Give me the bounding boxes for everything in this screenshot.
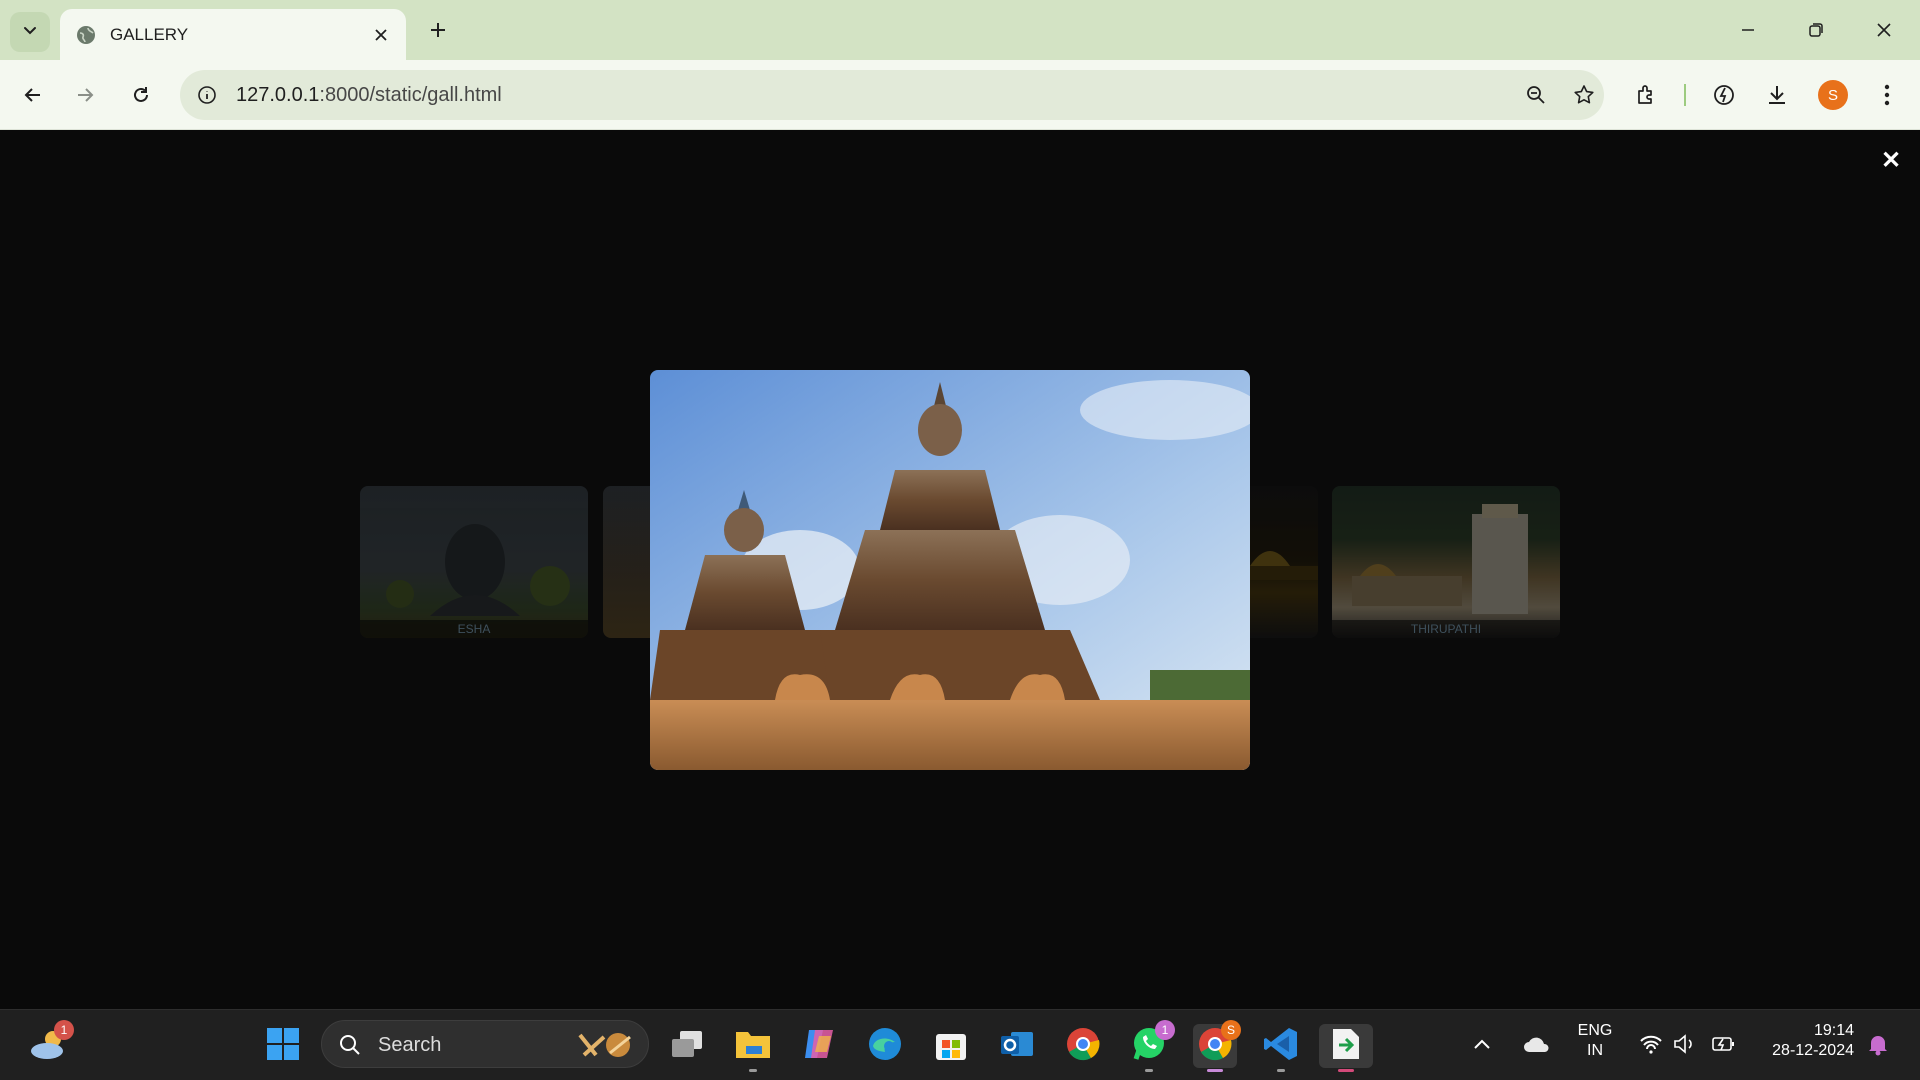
folder-icon [734, 1028, 772, 1065]
reload-button[interactable] [122, 76, 160, 114]
clock[interactable]: 19:14 28-12-2024 [1754, 1022, 1854, 1060]
wifi-icon [1639, 1034, 1663, 1059]
lightbox-close-button[interactable]: ✕ [1876, 145, 1906, 175]
chevron-down-icon [22, 22, 38, 43]
bookmark-star-icon[interactable] [1568, 79, 1600, 111]
wifi-tray[interactable] [1636, 1024, 1666, 1068]
weather-badge: 1 [54, 1020, 74, 1040]
whatsapp-badge: 1 [1155, 1020, 1175, 1040]
chrome-profile-badge: S [1221, 1020, 1241, 1040]
taskbar-file-explorer[interactable] [731, 1024, 775, 1072]
globe-icon [74, 23, 98, 47]
thumbnail-partial-right[interactable] [1240, 486, 1318, 638]
gallery-lightbox: ✕ ESHA THIRUPATHI [0, 131, 1920, 1009]
active-indicator [1338, 1069, 1354, 1072]
shore-temple-photo [650, 370, 1250, 770]
back-button[interactable] [14, 76, 52, 114]
extensions-icon[interactable] [1627, 76, 1665, 114]
restore-button[interactable] [1794, 10, 1838, 50]
forward-button[interactable] [66, 76, 104, 114]
edge-icon [867, 1026, 903, 1067]
thumbnail-esha[interactable]: ESHA [360, 486, 588, 638]
taskbar-chrome[interactable] [1061, 1024, 1105, 1068]
lightbox-main-image [650, 370, 1250, 770]
chevron-up-icon [1473, 1037, 1491, 1055]
volume-tray[interactable] [1670, 1024, 1700, 1068]
taskbar-store[interactable] [929, 1024, 973, 1068]
clock-time: 19:14 [1813, 1022, 1854, 1039]
battery-tray[interactable] [1708, 1024, 1740, 1068]
active-indicator [1207, 1069, 1223, 1072]
start-button[interactable] [261, 1024, 305, 1068]
search-label: Search [378, 1034, 442, 1056]
bell-icon [1867, 1032, 1889, 1061]
site-info-icon[interactable] [194, 82, 220, 108]
new-tab-button[interactable] [422, 14, 454, 46]
vscode-icon [1263, 1026, 1299, 1067]
adiyogi-statue-image [386, 524, 570, 616]
thumbnail-thirupathi[interactable]: THIRUPATHI [1332, 486, 1560, 638]
browser-toolbar: 127.0.0.1:8000/static/gall.html S [0, 60, 1920, 130]
windows-logo-icon [266, 1027, 300, 1066]
taskbar-edge[interactable] [863, 1024, 907, 1068]
battery-charging-icon [1711, 1033, 1737, 1060]
golden-dome-image [1240, 551, 1318, 580]
taskbar-chrome-profile[interactable]: S [1193, 1020, 1241, 1072]
taskbar-copilot[interactable] [797, 1024, 841, 1068]
chrome-icon [1065, 1026, 1101, 1067]
language-indicator[interactable]: ENG IN [1574, 1022, 1616, 1060]
url-text: 127.0.0.1:8000/static/gall.html [236, 84, 502, 106]
taskbar-whatsapp[interactable]: 1 [1127, 1020, 1175, 1072]
task-view-icon [670, 1029, 704, 1064]
taskbar-search[interactable]: Search [321, 1020, 649, 1068]
performance-icon[interactable] [1705, 76, 1743, 114]
onedrive-tray[interactable] [1519, 1024, 1555, 1068]
thumbnail-caption: ESHA [360, 620, 588, 638]
taskbar-outlook[interactable] [995, 1024, 1039, 1068]
downloads-icon[interactable] [1758, 76, 1796, 114]
search-highlight-art-icon [574, 1027, 638, 1063]
clock-date: 28-12-2024 [1772, 1042, 1854, 1059]
notifications-button[interactable] [1860, 1024, 1896, 1068]
region-code: IN [1587, 1042, 1603, 1059]
windows-taskbar: 1 Search 1 S ENG IN 19:14 28-12-2024 [0, 1009, 1920, 1080]
cloud-icon [1523, 1035, 1551, 1058]
tab-strip: GALLERY [0, 0, 1920, 60]
running-indicator [1277, 1069, 1285, 1072]
toolbar-separator [1684, 84, 1686, 106]
tab-search-button[interactable] [10, 12, 50, 52]
store-icon [933, 1026, 969, 1067]
show-hidden-icons-button[interactable] [1468, 1024, 1496, 1068]
address-bar[interactable]: 127.0.0.1:8000/static/gall.html [180, 70, 1604, 120]
kebab-menu-icon[interactable] [1868, 76, 1906, 114]
speaker-icon [1673, 1033, 1697, 1059]
file-export-icon [1331, 1027, 1361, 1066]
search-icon [338, 1033, 362, 1062]
outlook-icon [999, 1026, 1035, 1067]
language-code: ENG [1577, 1022, 1613, 1039]
running-indicator [1145, 1069, 1153, 1072]
browser-tab-gallery[interactable]: GALLERY [60, 9, 406, 60]
weather-widget[interactable]: 1 [26, 1020, 74, 1068]
tirupati-temple-image [1352, 504, 1528, 614]
taskbar-app-export[interactable] [1319, 1024, 1373, 1072]
thumbnail-caption: THIRUPATHI [1332, 620, 1560, 638]
zoom-icon[interactable] [1520, 79, 1552, 111]
running-indicator [749, 1069, 757, 1072]
close-window-button[interactable] [1862, 10, 1906, 50]
minimize-button[interactable] [1726, 10, 1770, 50]
task-view-button[interactable] [665, 1024, 709, 1068]
tab-close-icon[interactable] [366, 20, 396, 50]
taskbar-vscode[interactable] [1259, 1024, 1303, 1072]
tab-title: GALLERY [110, 24, 189, 44]
copilot-icon [801, 1026, 837, 1067]
profile-avatar[interactable]: S [1818, 80, 1848, 110]
